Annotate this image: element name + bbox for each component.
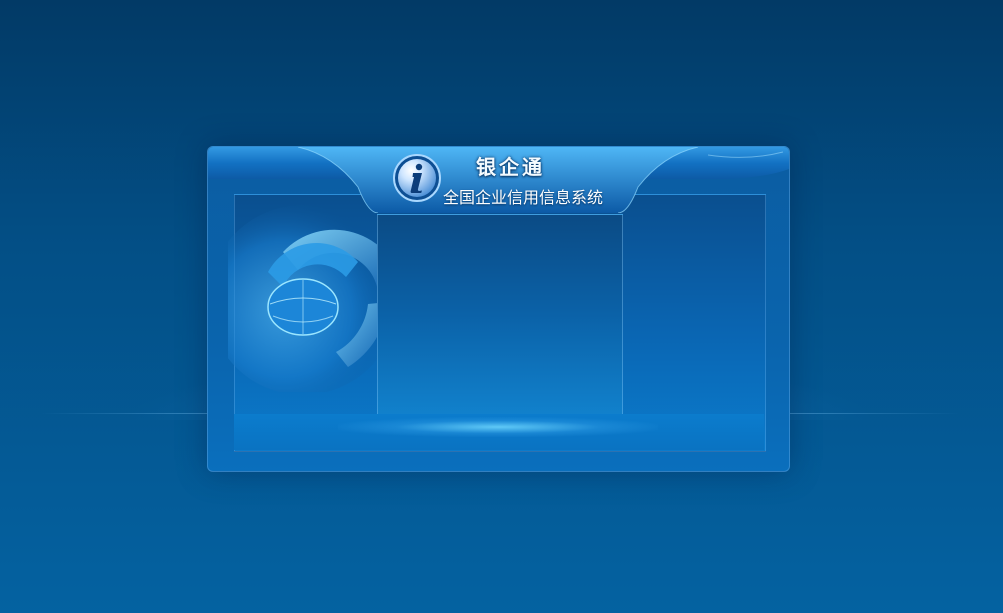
info-icon [393, 154, 441, 202]
content-panel [377, 214, 623, 416]
bottom-glow [338, 417, 658, 437]
login-frame: 银企通 全国企业信用信息系统 [207, 146, 790, 472]
app-subtitle: 全国企业信用信息系统 [443, 188, 604, 207]
app-title: 银企通 [476, 155, 545, 179]
